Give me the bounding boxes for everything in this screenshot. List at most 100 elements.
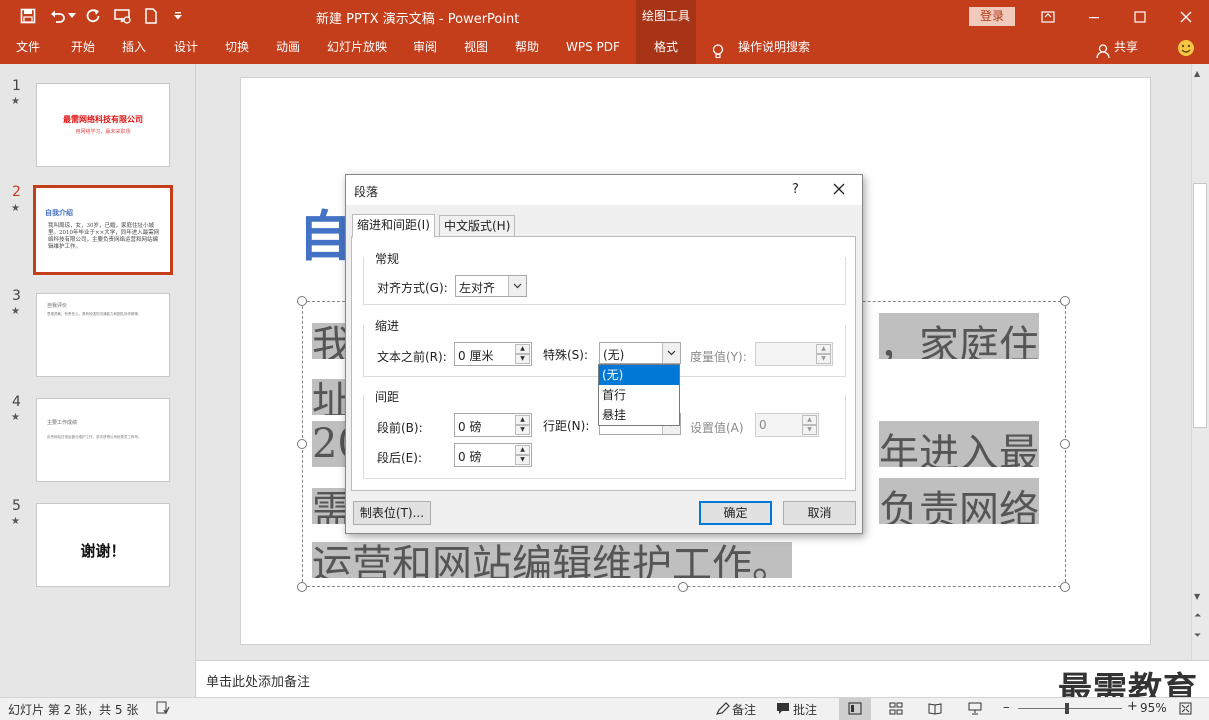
setting-value-input: 0 ▲ ▼ bbox=[755, 413, 819, 437]
slide-thumbnail-2[interactable]: 自我介绍 我叫周琼，女，30岁，已婚，家庭住址小城里。2010年毕业于××大学，… bbox=[33, 185, 173, 275]
special-indent-label: 特殊(S): bbox=[543, 348, 589, 362]
resize-handle[interactable] bbox=[1060, 439, 1070, 449]
tab-design[interactable]: 设计 bbox=[174, 33, 198, 64]
slide-thumbnail-4[interactable]: 主要工作成绩 负责网站日常运营与维护工作，多次获得公司优秀员工称号。 bbox=[36, 398, 170, 482]
alignment-label: 对齐方式(G): bbox=[377, 281, 448, 295]
slide-thumbnail-5[interactable]: 谢谢！ bbox=[36, 503, 170, 587]
setting-value-label: 设置值(A) bbox=[690, 421, 744, 435]
spin-up-icon: ▲ bbox=[816, 344, 831, 354]
zoom-level[interactable]: 95% bbox=[1140, 701, 1167, 715]
resize-handle[interactable] bbox=[1060, 296, 1070, 306]
tab-insert[interactable]: 插入 bbox=[122, 33, 146, 64]
tabs-button[interactable]: 制表位(T)... bbox=[353, 501, 431, 525]
before-text-input[interactable]: 0 厘米 ▲ ▼ bbox=[454, 342, 532, 366]
tab-format[interactable]: 格式 bbox=[636, 33, 696, 64]
scroll-up-icon[interactable]: ▲ bbox=[1194, 69, 1200, 78]
notes-toggle-button[interactable]: 备注 bbox=[732, 701, 756, 718]
spin-up-icon[interactable]: ▲ bbox=[515, 445, 530, 455]
zoom-slider[interactable] bbox=[1018, 703, 1122, 714]
spin-down-icon[interactable]: ▼ bbox=[515, 425, 530, 435]
save-icon[interactable] bbox=[17, 6, 39, 26]
tab-asian-typography[interactable]: 中文版式(H) bbox=[439, 215, 516, 237]
maximize-icon[interactable] bbox=[1117, 0, 1163, 33]
help-button[interactable]: ? bbox=[792, 182, 799, 197]
slide-show-icon[interactable] bbox=[968, 702, 982, 718]
document-title: 新建 PPTX 演示文稿 - PowerPoint bbox=[316, 12, 520, 27]
resize-handle[interactable] bbox=[297, 582, 307, 592]
slide-title[interactable]: 自 bbox=[298, 192, 352, 271]
login-button[interactable]: 登录 bbox=[969, 7, 1015, 26]
spin-down-icon[interactable]: ▼ bbox=[515, 354, 530, 364]
spin-down-icon[interactable]: ▼ bbox=[515, 455, 530, 465]
tab-view[interactable]: 视图 bbox=[464, 33, 488, 64]
scroll-down-icon[interactable]: ▼ bbox=[1194, 592, 1200, 601]
previous-slide-icon[interactable]: ⏶ bbox=[1194, 612, 1201, 621]
thumbnail-title: 谢谢！ bbox=[80, 542, 126, 560]
tab-slide-show[interactable]: 幻灯片放映 bbox=[327, 33, 387, 64]
spin-up-icon[interactable]: ▲ bbox=[515, 415, 530, 425]
resize-handle[interactable] bbox=[297, 439, 307, 449]
spacing-heading: 间距 bbox=[374, 388, 401, 405]
normal-view-button[interactable] bbox=[839, 698, 871, 720]
special-option-first-line[interactable]: 首行 bbox=[599, 385, 679, 405]
comments-icon[interactable] bbox=[776, 702, 790, 718]
dialog-title-bar[interactable]: 段落 ? bbox=[346, 175, 862, 205]
special-option-none[interactable]: (无) bbox=[599, 365, 679, 385]
thumbnail-subtitle: 用网络学习，赢未来职场 bbox=[75, 129, 131, 135]
tab-wps-pdf[interactable]: WPS PDF bbox=[566, 33, 620, 64]
redo-icon[interactable] bbox=[82, 6, 104, 26]
zoom-out-button[interactable]: – bbox=[1003, 700, 1010, 715]
tab-file[interactable]: 文件 bbox=[16, 33, 40, 64]
undo-dropdown-icon[interactable] bbox=[66, 6, 78, 26]
comments-toggle-button[interactable]: 批注 bbox=[793, 701, 817, 718]
close-window-icon[interactable] bbox=[1163, 0, 1209, 33]
tell-me-search[interactable]: 操作说明搜索 bbox=[738, 33, 810, 62]
zoom-slider-thumb[interactable] bbox=[1065, 703, 1069, 714]
ribbon-display-options-icon[interactable] bbox=[1025, 0, 1071, 33]
special-option-hanging[interactable]: 悬挂 bbox=[599, 405, 679, 425]
fit-slide-icon[interactable] bbox=[1179, 702, 1192, 718]
smiley-feedback-icon[interactable] bbox=[1177, 39, 1195, 57]
resize-handle[interactable] bbox=[678, 582, 688, 592]
tab-home[interactable]: 开始 bbox=[71, 33, 95, 64]
thumbnail-number: 4 bbox=[12, 394, 21, 410]
minimize-icon[interactable] bbox=[1071, 0, 1117, 33]
start-from-beginning-icon[interactable] bbox=[112, 6, 134, 26]
resize-handle[interactable] bbox=[1060, 582, 1070, 592]
tab-transitions[interactable]: 切换 bbox=[225, 33, 249, 64]
thumbnail-title: 自我评价 bbox=[47, 303, 68, 309]
spin-up-icon[interactable]: ▲ bbox=[515, 344, 530, 354]
reading-view-icon[interactable] bbox=[928, 702, 942, 718]
spacing-before-input[interactable]: 0 磅 ▲ ▼ bbox=[454, 413, 532, 437]
tab-review[interactable]: 审阅 bbox=[413, 33, 437, 64]
tab-help[interactable]: 帮助 bbox=[515, 33, 539, 64]
slide-thumbnail-1[interactable]: 最需网络科技有限公司 用网络学习，赢未来职场 bbox=[36, 83, 170, 167]
slide-thumbnail-3[interactable]: 自我评价 思维灵敏、有责任心，具有较强的沟通能力和团队协作精神。 bbox=[36, 293, 170, 377]
ok-button[interactable]: 确定 bbox=[699, 501, 772, 525]
chevron-down-icon[interactable] bbox=[662, 343, 680, 363]
tab-indents-and-spacing[interactable]: 缩进和间距(I) bbox=[352, 214, 435, 238]
chevron-down-icon[interactable] bbox=[508, 276, 526, 296]
special-indent-select[interactable]: (无) bbox=[599, 342, 681, 364]
cancel-button[interactable]: 取消 bbox=[783, 501, 856, 525]
spacing-before-label: 段前(B): bbox=[377, 421, 423, 435]
thumbnail-number: 2 bbox=[12, 184, 21, 200]
dialog-title: 段落 bbox=[354, 185, 379, 199]
resize-handle[interactable] bbox=[297, 296, 307, 306]
scrollbar-thumb[interactable] bbox=[1193, 183, 1207, 428]
new-file-icon[interactable] bbox=[140, 6, 162, 26]
close-dialog-icon[interactable] bbox=[833, 183, 845, 198]
tab-animations[interactable]: 动画 bbox=[276, 33, 300, 64]
customize-quick-access-icon[interactable] bbox=[169, 6, 187, 26]
spacing-after-input[interactable]: 0 磅 ▲ ▼ bbox=[454, 443, 532, 467]
notes-placeholder[interactable]: 单击此处添加备注 bbox=[206, 671, 310, 690]
notes-icon[interactable] bbox=[715, 702, 730, 718]
alignment-select[interactable]: 左对齐 bbox=[455, 275, 527, 297]
slide-sorter-icon[interactable] bbox=[889, 702, 903, 718]
next-slide-icon[interactable]: ⏷ bbox=[1194, 632, 1201, 641]
share-button[interactable]: 共享 bbox=[1114, 33, 1138, 62]
spelling-check-icon[interactable] bbox=[156, 701, 170, 718]
spin-down-icon: ▼ bbox=[816, 354, 831, 364]
ribbon-tabs: 文件 开始 插入 设计 切换 动画 幻灯片放映 审阅 视图 帮助 WPS PDF… bbox=[0, 33, 1209, 64]
zoom-in-button[interactable]: + bbox=[1127, 699, 1138, 714]
